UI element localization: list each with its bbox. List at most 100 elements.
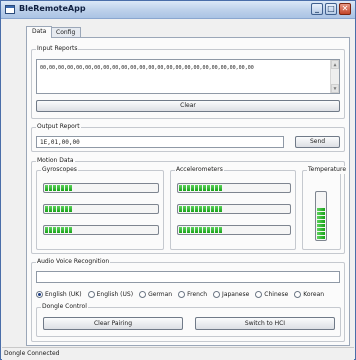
temperature-segment — [317, 232, 325, 235]
radio-button[interactable] — [255, 291, 263, 298]
app-window-icon — [5, 5, 15, 14]
progress-segment — [69, 206, 72, 212]
language-label: English (UK) — [45, 291, 82, 298]
progress-segment — [57, 185, 60, 191]
language-option[interactable]: English (US) — [87, 291, 133, 298]
progress-segment — [199, 227, 202, 233]
voice-recognition-output[interactable] — [36, 271, 340, 283]
minimize-button[interactable]: _ — [311, 3, 323, 15]
gyroscopes-group: Gyroscopes — [36, 166, 164, 250]
progress-segment — [191, 227, 194, 233]
progress-segment — [215, 185, 218, 191]
language-label: Japanese — [222, 291, 250, 298]
input-reports-group: Input Reports 00,00,00,00,00,00,00,00,00… — [31, 45, 345, 119]
temperature-segment — [317, 208, 325, 211]
radio-button[interactable] — [139, 291, 147, 298]
progress-segment — [53, 206, 56, 212]
progress-segment — [199, 185, 202, 191]
clear-pairing-button[interactable]: Clear Pairing — [43, 317, 183, 330]
progress-segment — [199, 206, 202, 212]
radio-button[interactable] — [87, 291, 95, 298]
progress-segment — [203, 227, 206, 233]
dongle-control-group: Dongle Control Clear Pairing Switch to H… — [36, 303, 341, 337]
progress-segment — [211, 206, 214, 212]
output-report-group: Output Report 1E,01,00,00 Send — [31, 123, 345, 152]
language-radio-group: English (UK) English (US) German French Japa… — [36, 291, 330, 298]
progress-segment — [45, 206, 48, 212]
status-bar: Dongle Connected — [2, 347, 354, 360]
radio-button[interactable] — [178, 291, 186, 298]
accelerometers-title: Accelerometers — [175, 166, 224, 174]
language-option[interactable]: Korean — [294, 291, 324, 298]
temperature-segment — [317, 216, 325, 219]
progress-segment — [49, 227, 52, 233]
progress-segment — [179, 227, 182, 233]
progress-segment — [57, 206, 60, 212]
gyroscope-bar-z — [43, 225, 159, 235]
accelerometers-group: Accelerometers — [170, 166, 296, 250]
progress-segment — [53, 227, 56, 233]
progress-segment — [203, 185, 206, 191]
temperature-segment — [317, 236, 325, 239]
language-option[interactable]: Chinese — [255, 291, 288, 298]
input-reports-scrollbar[interactable]: ▲ ▼ — [330, 60, 339, 93]
language-option[interactable]: French — [178, 291, 207, 298]
progress-segment — [211, 227, 214, 233]
progress-segment — [65, 227, 68, 233]
audio-voice-recognition-title: Audio Voice Recognition — [36, 258, 111, 266]
progress-segment — [211, 185, 214, 191]
language-option[interactable]: Japanese — [213, 291, 249, 298]
progress-segment — [195, 206, 198, 212]
language-label: French — [187, 291, 208, 298]
title-bar[interactable]: BleRemoteApp _ □ ✕ — [1, 1, 355, 19]
progress-segment — [203, 206, 206, 212]
progress-segment — [179, 185, 182, 191]
language-option[interactable]: German — [139, 291, 172, 298]
maximize-button[interactable]: □ — [325, 3, 337, 15]
output-report-input[interactable]: 1E,01,00,00 — [36, 136, 284, 148]
clear-button[interactable]: Clear — [36, 100, 340, 112]
app-window: BleRemoteApp _ □ ✕ Data Config Input Rep… — [0, 0, 356, 360]
radio-button[interactable] — [36, 291, 43, 298]
radio-button[interactable] — [294, 291, 302, 298]
switch-to-hci-button[interactable]: Switch to HCI — [195, 317, 335, 330]
progress-segment — [219, 206, 222, 212]
language-option[interactable]: English (UK) — [36, 291, 82, 298]
progress-segment — [215, 227, 218, 233]
progress-segment — [45, 227, 48, 233]
close-button[interactable]: ✕ — [339, 3, 351, 15]
radio-button[interactable] — [213, 291, 221, 298]
temperature-title: Temperature — [307, 166, 348, 174]
input-reports-textarea[interactable]: 00,00,00,00,00,00,00,00,00,00,00,00,00,0… — [36, 59, 340, 94]
progress-segment — [195, 227, 198, 233]
progress-segment — [191, 206, 194, 212]
progress-segment — [187, 185, 190, 191]
input-reports-text: 00,00,00,00,00,00,00,00,00,00,00,00,00,0… — [40, 65, 254, 71]
send-button[interactable]: Send — [295, 136, 340, 148]
language-label: Korean — [303, 291, 325, 298]
progress-segment — [207, 227, 210, 233]
progress-segment — [61, 206, 64, 212]
progress-segment — [57, 227, 60, 233]
temperature-segment — [317, 228, 325, 231]
progress-segment — [191, 185, 194, 191]
temperature-bar — [315, 191, 327, 241]
progress-segment — [215, 206, 218, 212]
progress-segment — [69, 185, 72, 191]
temperature-segment — [317, 220, 325, 223]
scroll-down-icon[interactable]: ▼ — [331, 84, 339, 93]
output-report-title: Output Report — [36, 123, 81, 131]
language-label: German — [148, 291, 173, 298]
progress-segment — [183, 206, 186, 212]
scroll-up-icon[interactable]: ▲ — [331, 60, 339, 69]
tab-data[interactable]: Data — [26, 26, 53, 38]
progress-segment — [65, 185, 68, 191]
progress-segment — [69, 227, 72, 233]
accelerometer-bar-x — [177, 183, 291, 193]
language-label: Chinese — [264, 291, 289, 298]
progress-segment — [49, 185, 52, 191]
tab-panel-data: Input Reports 00,00,00,00,00,00,00,00,00… — [26, 37, 350, 346]
progress-segment — [195, 185, 198, 191]
temperature-group: Temperature — [302, 166, 348, 250]
audio-voice-recognition-group: Audio Voice Recognition English (UK) Engl… — [31, 258, 345, 342]
